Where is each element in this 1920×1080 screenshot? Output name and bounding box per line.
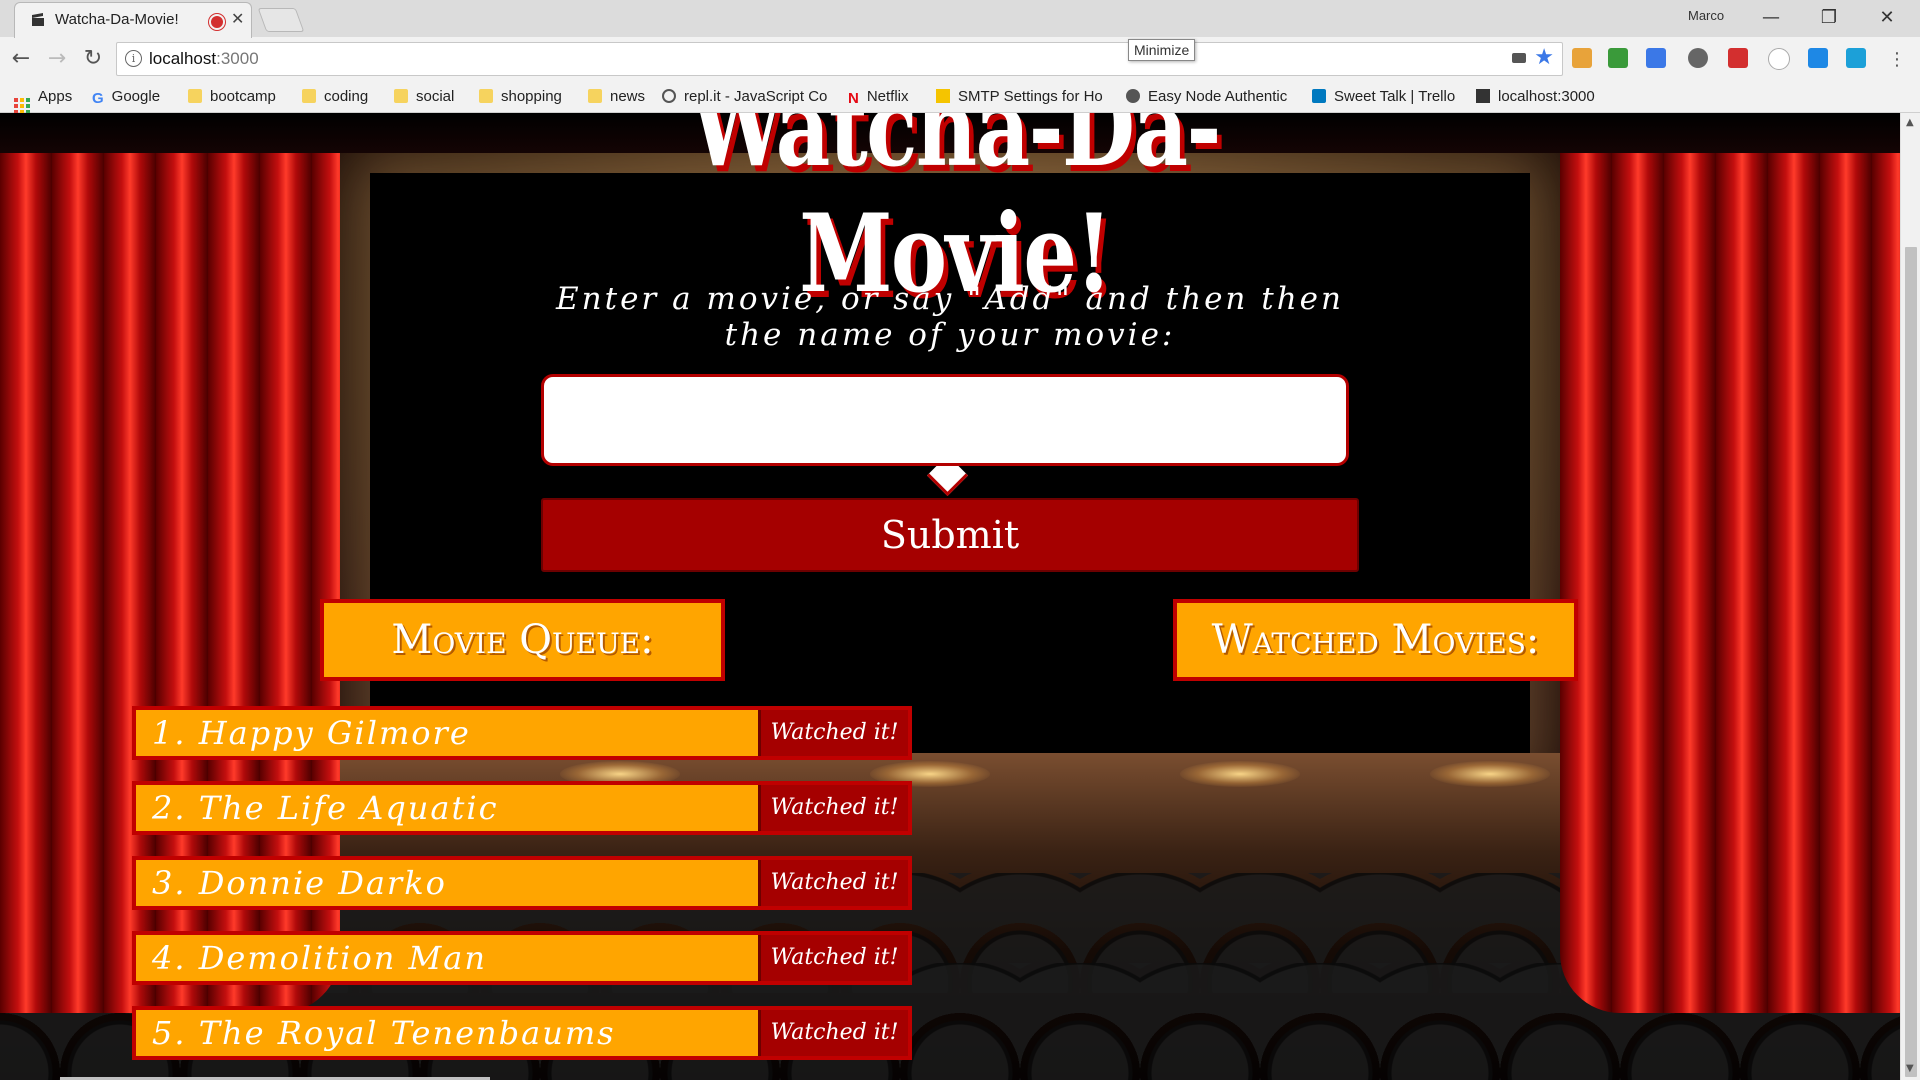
forward-arrow-icon[interactable]: →: [44, 46, 70, 72]
page-viewport: Watcha-Da-Movie! Enter a movie, or say "…: [0, 113, 1900, 1080]
scroll-up-icon[interactable]: ▲: [1906, 117, 1914, 128]
clapperboard-icon: [32, 13, 44, 26]
bookmark-netflix[interactable]: N Netflix: [848, 88, 909, 107]
restore-button[interactable]: ❐: [1806, 4, 1852, 32]
replit-icon: [662, 89, 676, 103]
watched-it-button[interactable]: Watched it!: [758, 1010, 908, 1056]
input-prompt: Enter a movie, or say "Add" and then the…: [556, 281, 1344, 353]
list-item: 1. Happy Gilmore Watched it!: [132, 706, 912, 760]
movie-title: 4. Demolition Man: [152, 939, 487, 977]
bookmark-trello[interactable]: Sweet Talk | Trello: [1312, 88, 1455, 105]
extension-icon-4[interactable]: [1688, 48, 1708, 68]
watched-it-button[interactable]: Watched it!: [758, 860, 908, 906]
movie-title: 3. Donnie Darko: [152, 864, 447, 902]
browser-tab[interactable]: Watcha-Da-Movie! ✕: [14, 2, 252, 38]
stage-light: [1180, 761, 1300, 787]
scroll-down-icon[interactable]: ▼: [1906, 1063, 1914, 1074]
extension-icon-8[interactable]: [1846, 48, 1866, 68]
extension-icon-1[interactable]: [1572, 48, 1592, 68]
right-curtain: [1560, 113, 1900, 1013]
extension-icon-7[interactable]: [1808, 48, 1828, 68]
movie-title: 2. The Life Aquatic: [152, 789, 499, 827]
list-item: 4. Demolition Man Watched it!: [132, 931, 912, 985]
close-tab-icon[interactable]: ✕: [231, 9, 244, 28]
extension-icon-2[interactable]: [1608, 48, 1628, 68]
bookmark-coding[interactable]: coding: [302, 88, 368, 105]
info-icon[interactable]: i: [125, 50, 142, 67]
minimize-button[interactable]: —: [1748, 4, 1794, 32]
extension-icon-3[interactable]: [1646, 48, 1666, 68]
movie-input[interactable]: [541, 374, 1349, 466]
movie-title: 1. Happy Gilmore: [152, 714, 471, 752]
bookmark-localhost[interactable]: localhost:3000: [1476, 88, 1595, 105]
new-tab-button[interactable]: [257, 8, 305, 32]
browser-chrome: Watcha-Da-Movie! ✕ Marco — ❐ ✕ ← → ↻ i l…: [0, 0, 1920, 114]
url-text: localhost:3000: [149, 49, 259, 68]
list-item: 5. The Royal Tenenbaums Watched it!: [132, 1006, 912, 1060]
bookmarks-bar: Apps G Google bootcamp coding social shop…: [0, 82, 1920, 114]
bookmark-star-icon[interactable]: ★: [1534, 45, 1554, 70]
smtp-icon: [936, 89, 950, 103]
trello-icon: [1312, 89, 1326, 103]
bookmark-bootcamp[interactable]: bootcamp: [188, 88, 276, 105]
menu-kebab-icon[interactable]: ⋮: [1884, 47, 1910, 73]
watched-it-button[interactable]: Watched it!: [758, 710, 908, 756]
movie-queue-header: Movie Queue:: [320, 599, 725, 681]
movie-queue-list: 1. Happy Gilmore Watched it! 2. The Life…: [132, 706, 912, 1080]
bookmark-apps[interactable]: Apps: [14, 88, 72, 114]
tab-title: Watcha-Da-Movie!: [55, 11, 179, 28]
stage-light: [1430, 761, 1550, 787]
cors-extension-icon[interactable]: [1728, 48, 1748, 68]
address-bar[interactable]: i localhost:3000 ★: [116, 42, 1563, 76]
bookmark-node-auth[interactable]: Easy Node Authentic: [1126, 88, 1287, 105]
node-auth-icon: [1126, 89, 1140, 103]
submit-button[interactable]: Submit: [541, 498, 1359, 572]
google-icon: G: [92, 90, 104, 107]
bookmark-google[interactable]: G Google: [92, 88, 160, 107]
page-icon: [1476, 89, 1490, 103]
back-arrow-icon[interactable]: ←: [8, 46, 34, 72]
list-item: 2. The Life Aquatic Watched it!: [132, 781, 912, 835]
movie-title: 5. The Royal Tenenbaums: [152, 1014, 616, 1052]
folder-icon: [188, 89, 202, 103]
minimize-tooltip: Minimize: [1128, 39, 1196, 61]
apps-grid-icon: [14, 98, 30, 114]
watched-it-button[interactable]: Watched it!: [758, 935, 908, 981]
close-window-button[interactable]: ✕: [1864, 4, 1910, 32]
folder-icon: [588, 89, 602, 103]
bookmark-replit[interactable]: repl.it - JavaScript Co: [662, 88, 827, 105]
watched-it-button[interactable]: Watched it!: [758, 785, 908, 831]
reload-icon[interactable]: ↻: [80, 46, 106, 72]
vertical-scrollbar[interactable]: ▲ ▼: [1900, 113, 1920, 1080]
bookmark-smtp[interactable]: SMTP Settings for Ho: [936, 88, 1103, 105]
folder-icon: [302, 89, 316, 103]
list-item: 3. Donnie Darko Watched it!: [132, 856, 912, 910]
bookmark-shopping[interactable]: shopping: [479, 88, 562, 105]
bookmark-news[interactable]: news: [588, 88, 645, 105]
profile-name[interactable]: Marco: [1688, 8, 1724, 23]
tab-strip: Watcha-Da-Movie! ✕ Marco — ❐ ✕: [0, 0, 1920, 38]
netflix-icon: N: [848, 90, 859, 107]
bookmark-social[interactable]: social: [394, 88, 454, 105]
folder-icon: [479, 89, 493, 103]
folder-icon: [394, 89, 408, 103]
watched-movies-header: Watched Movies:: [1173, 599, 1578, 681]
recording-icon: [209, 14, 225, 30]
camera-icon[interactable]: [1512, 53, 1526, 63]
extension-icon-6[interactable]: [1768, 48, 1790, 70]
scrollbar-thumb[interactable]: [1905, 247, 1917, 1077]
